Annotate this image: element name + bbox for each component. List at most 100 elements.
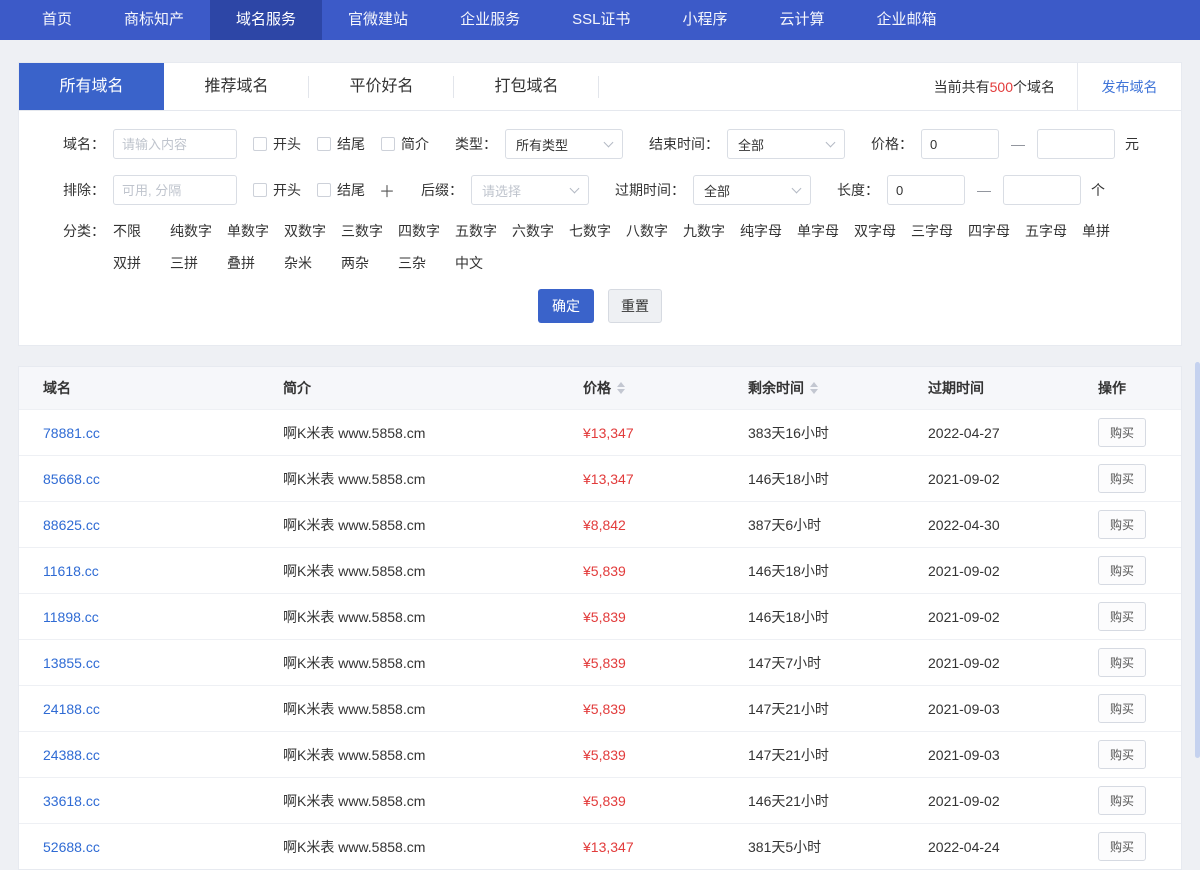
category-option-9[interactable]: 七数字 xyxy=(569,221,626,241)
category-option-18[interactable]: 单拼 xyxy=(1082,221,1139,241)
tab-3[interactable]: 平价好名 xyxy=(309,63,454,110)
exclude-input[interactable] xyxy=(113,175,237,205)
buy-button[interactable]: 购买 xyxy=(1098,832,1146,861)
buy-button[interactable]: 购买 xyxy=(1098,464,1146,493)
checkbox-icon[interactable] xyxy=(253,137,267,151)
buy-button[interactable]: 购买 xyxy=(1098,418,1146,447)
type-select[interactable]: 所有类型 xyxy=(505,129,623,159)
category-option-10[interactable]: 八数字 xyxy=(626,221,683,241)
category-option-6[interactable]: 四数字 xyxy=(398,221,455,241)
end-time-select[interactable]: 全部 xyxy=(727,129,845,159)
reset-button[interactable]: 重置 xyxy=(608,289,662,323)
category-option-24[interactable]: 三杂 xyxy=(398,253,455,273)
nav-item-8[interactable]: 云计算 xyxy=(753,0,850,40)
sort-asc-icon[interactable] xyxy=(810,382,818,387)
row2-checkbox-1[interactable]: 开头 xyxy=(253,180,301,200)
category-option-17[interactable]: 五字母 xyxy=(1025,221,1082,241)
domain-input[interactable] xyxy=(113,129,237,159)
category-option-14[interactable]: 双字母 xyxy=(854,221,911,241)
category-option-2[interactable]: 纯数字 xyxy=(170,221,227,241)
category-option-22[interactable]: 杂米 xyxy=(284,253,341,273)
category-option-7[interactable]: 五数字 xyxy=(455,221,512,241)
add-condition-icon[interactable]: ＋ xyxy=(379,178,395,202)
domain-link[interactable]: 33618.cc xyxy=(43,793,100,809)
checkbox-icon[interactable] xyxy=(253,183,267,197)
buy-button[interactable]: 购买 xyxy=(1098,648,1146,677)
category-option-23[interactable]: 两杂 xyxy=(341,253,398,273)
buy-button[interactable]: 购买 xyxy=(1098,786,1146,815)
category-option-5[interactable]: 三数字 xyxy=(341,221,398,241)
category-option-8[interactable]: 六数字 xyxy=(512,221,569,241)
price-min-input[interactable] xyxy=(921,129,999,159)
tab-1[interactable]: 所有域名 xyxy=(19,63,164,110)
category-option-3[interactable]: 单数字 xyxy=(227,221,284,241)
remaining-time-cell: 387天6小时 xyxy=(748,515,928,535)
nav-item-4[interactable]: 官微建站 xyxy=(322,0,434,40)
buy-button[interactable]: 购买 xyxy=(1098,556,1146,585)
category-option-12[interactable]: 纯字母 xyxy=(740,221,797,241)
category-option-11[interactable]: 九数字 xyxy=(683,221,740,241)
domain-link[interactable]: 78881.cc xyxy=(43,425,100,441)
length-min-input[interactable] xyxy=(887,175,965,205)
sort-icon[interactable] xyxy=(810,382,818,394)
category-option-15[interactable]: 三字母 xyxy=(911,221,968,241)
domain-cell: 13855.cc xyxy=(43,655,283,671)
nav-item-2[interactable]: 商标知产 xyxy=(98,0,210,40)
domain-link[interactable]: 85668.cc xyxy=(43,471,100,487)
row1-checkbox-2[interactable]: 结尾 xyxy=(317,134,365,154)
nav-item-1[interactable]: 首页 xyxy=(16,0,98,40)
price-max-input[interactable] xyxy=(1037,129,1115,159)
category-option-1[interactable]: 不限 xyxy=(113,221,170,241)
nav-item-3[interactable]: 域名服务 xyxy=(210,0,322,40)
checkbox-icon[interactable] xyxy=(317,137,331,151)
row1-checkbox-3[interactable]: 简介 xyxy=(381,134,429,154)
domain-link[interactable]: 52688.cc xyxy=(43,839,100,855)
category-option-4[interactable]: 双数字 xyxy=(284,221,341,241)
nav-item-7[interactable]: 小程序 xyxy=(656,0,753,40)
table-row: 33618.cc啊K米表 www.5858.cm¥5,839146天21小时20… xyxy=(19,777,1181,823)
length-max-input[interactable] xyxy=(1003,175,1081,205)
domain-link[interactable]: 88625.cc xyxy=(43,517,100,533)
buy-button[interactable]: 购买 xyxy=(1098,510,1146,539)
tab-2[interactable]: 推荐域名 xyxy=(164,63,309,110)
sort-icon[interactable] xyxy=(617,382,625,394)
confirm-button[interactable]: 确定 xyxy=(538,289,594,323)
expire-select-value: 全部 xyxy=(704,181,730,200)
row1-checkbox-1[interactable]: 开头 xyxy=(253,134,301,154)
tab-4[interactable]: 打包域名 xyxy=(454,63,599,110)
checkbox-icon[interactable] xyxy=(381,137,395,151)
sort-asc-icon[interactable] xyxy=(617,382,625,387)
row2-checkbox-2[interactable]: 结尾 xyxy=(317,180,365,200)
publish-domain-link[interactable]: 发布域名 xyxy=(1077,63,1181,110)
sort-desc-icon[interactable] xyxy=(617,389,625,394)
category-option-13[interactable]: 单字母 xyxy=(797,221,854,241)
nav-item-5[interactable]: 企业服务 xyxy=(434,0,546,40)
domain-link[interactable]: 24188.cc xyxy=(43,701,100,717)
buy-button[interactable]: 购买 xyxy=(1098,694,1146,723)
expire-select[interactable]: 全部 xyxy=(693,175,811,205)
domain-link[interactable]: 24388.cc xyxy=(43,747,100,763)
category-option-16[interactable]: 四字母 xyxy=(968,221,1025,241)
end-time-filter-group: 结束时间： 全部 xyxy=(649,129,845,159)
checkbox-label: 结尾 xyxy=(337,180,365,200)
domain-link[interactable]: 11898.cc xyxy=(43,609,99,625)
end-time-select-value: 全部 xyxy=(738,135,764,154)
buy-button[interactable]: 购买 xyxy=(1098,740,1146,769)
column-header-4[interactable]: 剩余时间 xyxy=(748,378,928,398)
nav-item-6[interactable]: SSL证书 xyxy=(546,0,656,40)
category-option-25[interactable]: 中文 xyxy=(455,253,512,273)
category-option-21[interactable]: 叠拼 xyxy=(227,253,284,273)
nav-item-9[interactable]: 企业邮箱 xyxy=(850,0,962,40)
column-header-label: 过期时间 xyxy=(928,378,984,398)
suffix-select[interactable]: 请选择 xyxy=(471,175,589,205)
domain-link[interactable]: 11618.cc xyxy=(43,563,99,579)
checkbox-icon[interactable] xyxy=(317,183,331,197)
column-header-3[interactable]: 价格 xyxy=(583,378,748,398)
buy-button[interactable]: 购买 xyxy=(1098,602,1146,631)
category-option-19[interactable]: 双拼 xyxy=(113,253,170,273)
category-option-20[interactable]: 三拼 xyxy=(170,253,227,273)
scrollbar-thumb[interactable] xyxy=(1195,362,1200,758)
sort-desc-icon[interactable] xyxy=(810,389,818,394)
chevron-down-icon xyxy=(826,137,836,147)
domain-link[interactable]: 13855.cc xyxy=(43,655,100,671)
